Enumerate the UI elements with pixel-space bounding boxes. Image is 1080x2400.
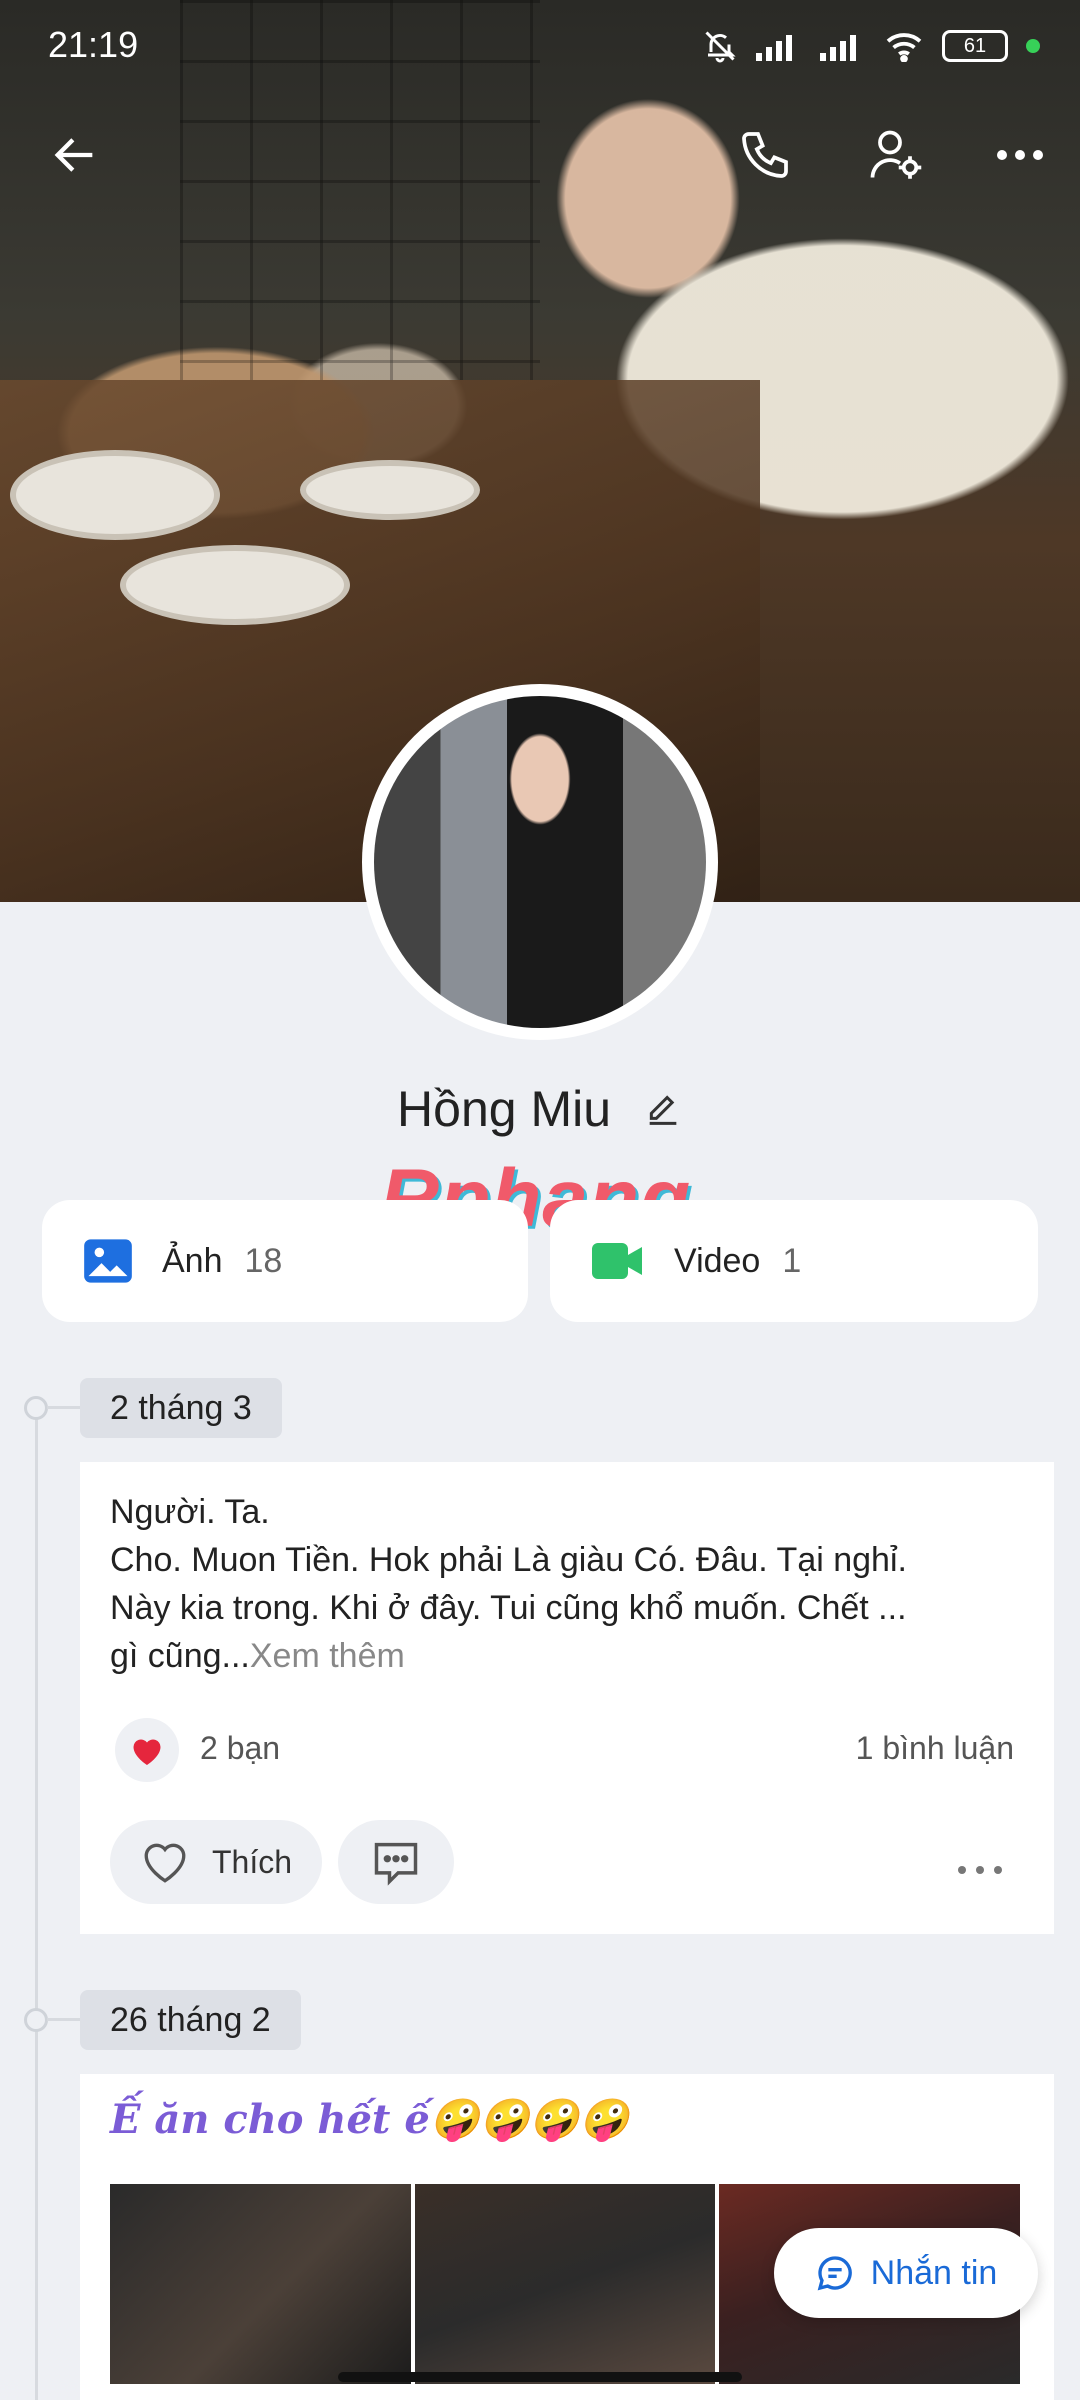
photos-count: 18 bbox=[244, 1241, 283, 1280]
more-options-icon[interactable] bbox=[985, 120, 1055, 190]
avatar-image bbox=[374, 696, 706, 1028]
profile-avatar[interactable] bbox=[362, 684, 718, 1040]
timeline-connector bbox=[47, 1406, 81, 1409]
timeline-dot bbox=[24, 2008, 48, 2032]
timeline-connector bbox=[47, 2018, 81, 2021]
post-text-line: Người. Ta. bbox=[110, 1493, 270, 1531]
post-text[interactable]: Người. Ta. Cho. Muon Tiền. Hok phải Là g… bbox=[110, 1488, 1030, 1680]
post-date: 2 tháng 3 bbox=[80, 1378, 282, 1438]
chat-bubble-icon bbox=[817, 2256, 852, 2291]
privacy-dot bbox=[1026, 39, 1040, 53]
comment-bubble-icon bbox=[374, 1842, 418, 1886]
timeline-dot bbox=[24, 1396, 48, 1420]
mute-bell-icon bbox=[705, 31, 736, 63]
cover-plate bbox=[300, 460, 480, 520]
like-button[interactable]: Thích bbox=[110, 1820, 322, 1904]
video-camera-icon bbox=[590, 1239, 646, 1283]
edit-pencil-icon[interactable] bbox=[643, 1084, 683, 1142]
reaction-summary[interactable]: 2 bạn bbox=[200, 1730, 280, 1767]
post-text-line: gì cũng...Xem thêm bbox=[110, 1632, 1030, 1680]
videos-count: 1 bbox=[782, 1241, 802, 1280]
comment-count[interactable]: 1 bình luận bbox=[856, 1730, 1014, 1767]
phone-call-icon[interactable] bbox=[730, 120, 800, 190]
photos-label: Ảnh bbox=[162, 1241, 223, 1280]
videos-label: Video bbox=[674, 1241, 761, 1280]
top-navigation bbox=[0, 120, 1080, 190]
wifi-icon bbox=[886, 33, 922, 62]
videos-card[interactable]: Video 1 bbox=[550, 1200, 1038, 1322]
see-more-link[interactable]: Xem thêm bbox=[250, 1637, 405, 1675]
back-arrow-icon[interactable] bbox=[40, 120, 110, 190]
timeline-line bbox=[35, 1400, 38, 2400]
post-photo[interactable] bbox=[414, 2184, 716, 2384]
profile-name: Hồng Miu bbox=[397, 1081, 612, 1137]
signal-icon bbox=[820, 35, 856, 61]
post-more-options-icon[interactable] bbox=[956, 1840, 1004, 1885]
battery-indicator: 61 bbox=[942, 30, 1008, 62]
signal-icon bbox=[756, 35, 792, 61]
home-indicator[interactable] bbox=[338, 2372, 742, 2382]
post-photo[interactable] bbox=[110, 2184, 411, 2384]
send-message-label: Nhắn tin bbox=[870, 2253, 998, 2292]
post-date: 26 tháng 2 bbox=[80, 1990, 301, 2050]
profile-settings-icon[interactable] bbox=[855, 120, 935, 190]
post-text-tail: gì cũng... bbox=[110, 1637, 250, 1675]
status-bar: 21:19 61 bbox=[0, 0, 1080, 90]
comment-button[interactable] bbox=[338, 1820, 454, 1904]
photo-gallery-icon bbox=[82, 1235, 134, 1287]
status-time: 21:19 bbox=[48, 24, 139, 65]
post-card[interactable]: Người. Ta. Cho. Muon Tiền. Hok phải Là g… bbox=[80, 1462, 1054, 1934]
send-message-button[interactable]: Nhắn tin bbox=[774, 2228, 1038, 2318]
cover-plate bbox=[120, 545, 350, 625]
photos-card[interactable]: Ảnh 18 bbox=[42, 1200, 528, 1322]
post-title: Ế ăn cho hết ế🤪🤪🤪🤪 bbox=[110, 2096, 629, 2143]
cover-plate bbox=[10, 450, 220, 540]
post-text-line: Cho. Muon Tiền. Hok phải Là giàu Có. Đâu… bbox=[110, 1541, 907, 1579]
heart-icon bbox=[133, 1739, 161, 1765]
reaction-heart-badge[interactable] bbox=[115, 1718, 179, 1782]
heart-outline-icon bbox=[144, 1843, 186, 1883]
post-text-line: Này kia trong. Khi ở đây. Tui cũng khổ m… bbox=[110, 1589, 907, 1627]
like-label: Thích bbox=[212, 1843, 293, 1880]
profile-name-row: Hồng Miu bbox=[0, 1080, 1080, 1142]
